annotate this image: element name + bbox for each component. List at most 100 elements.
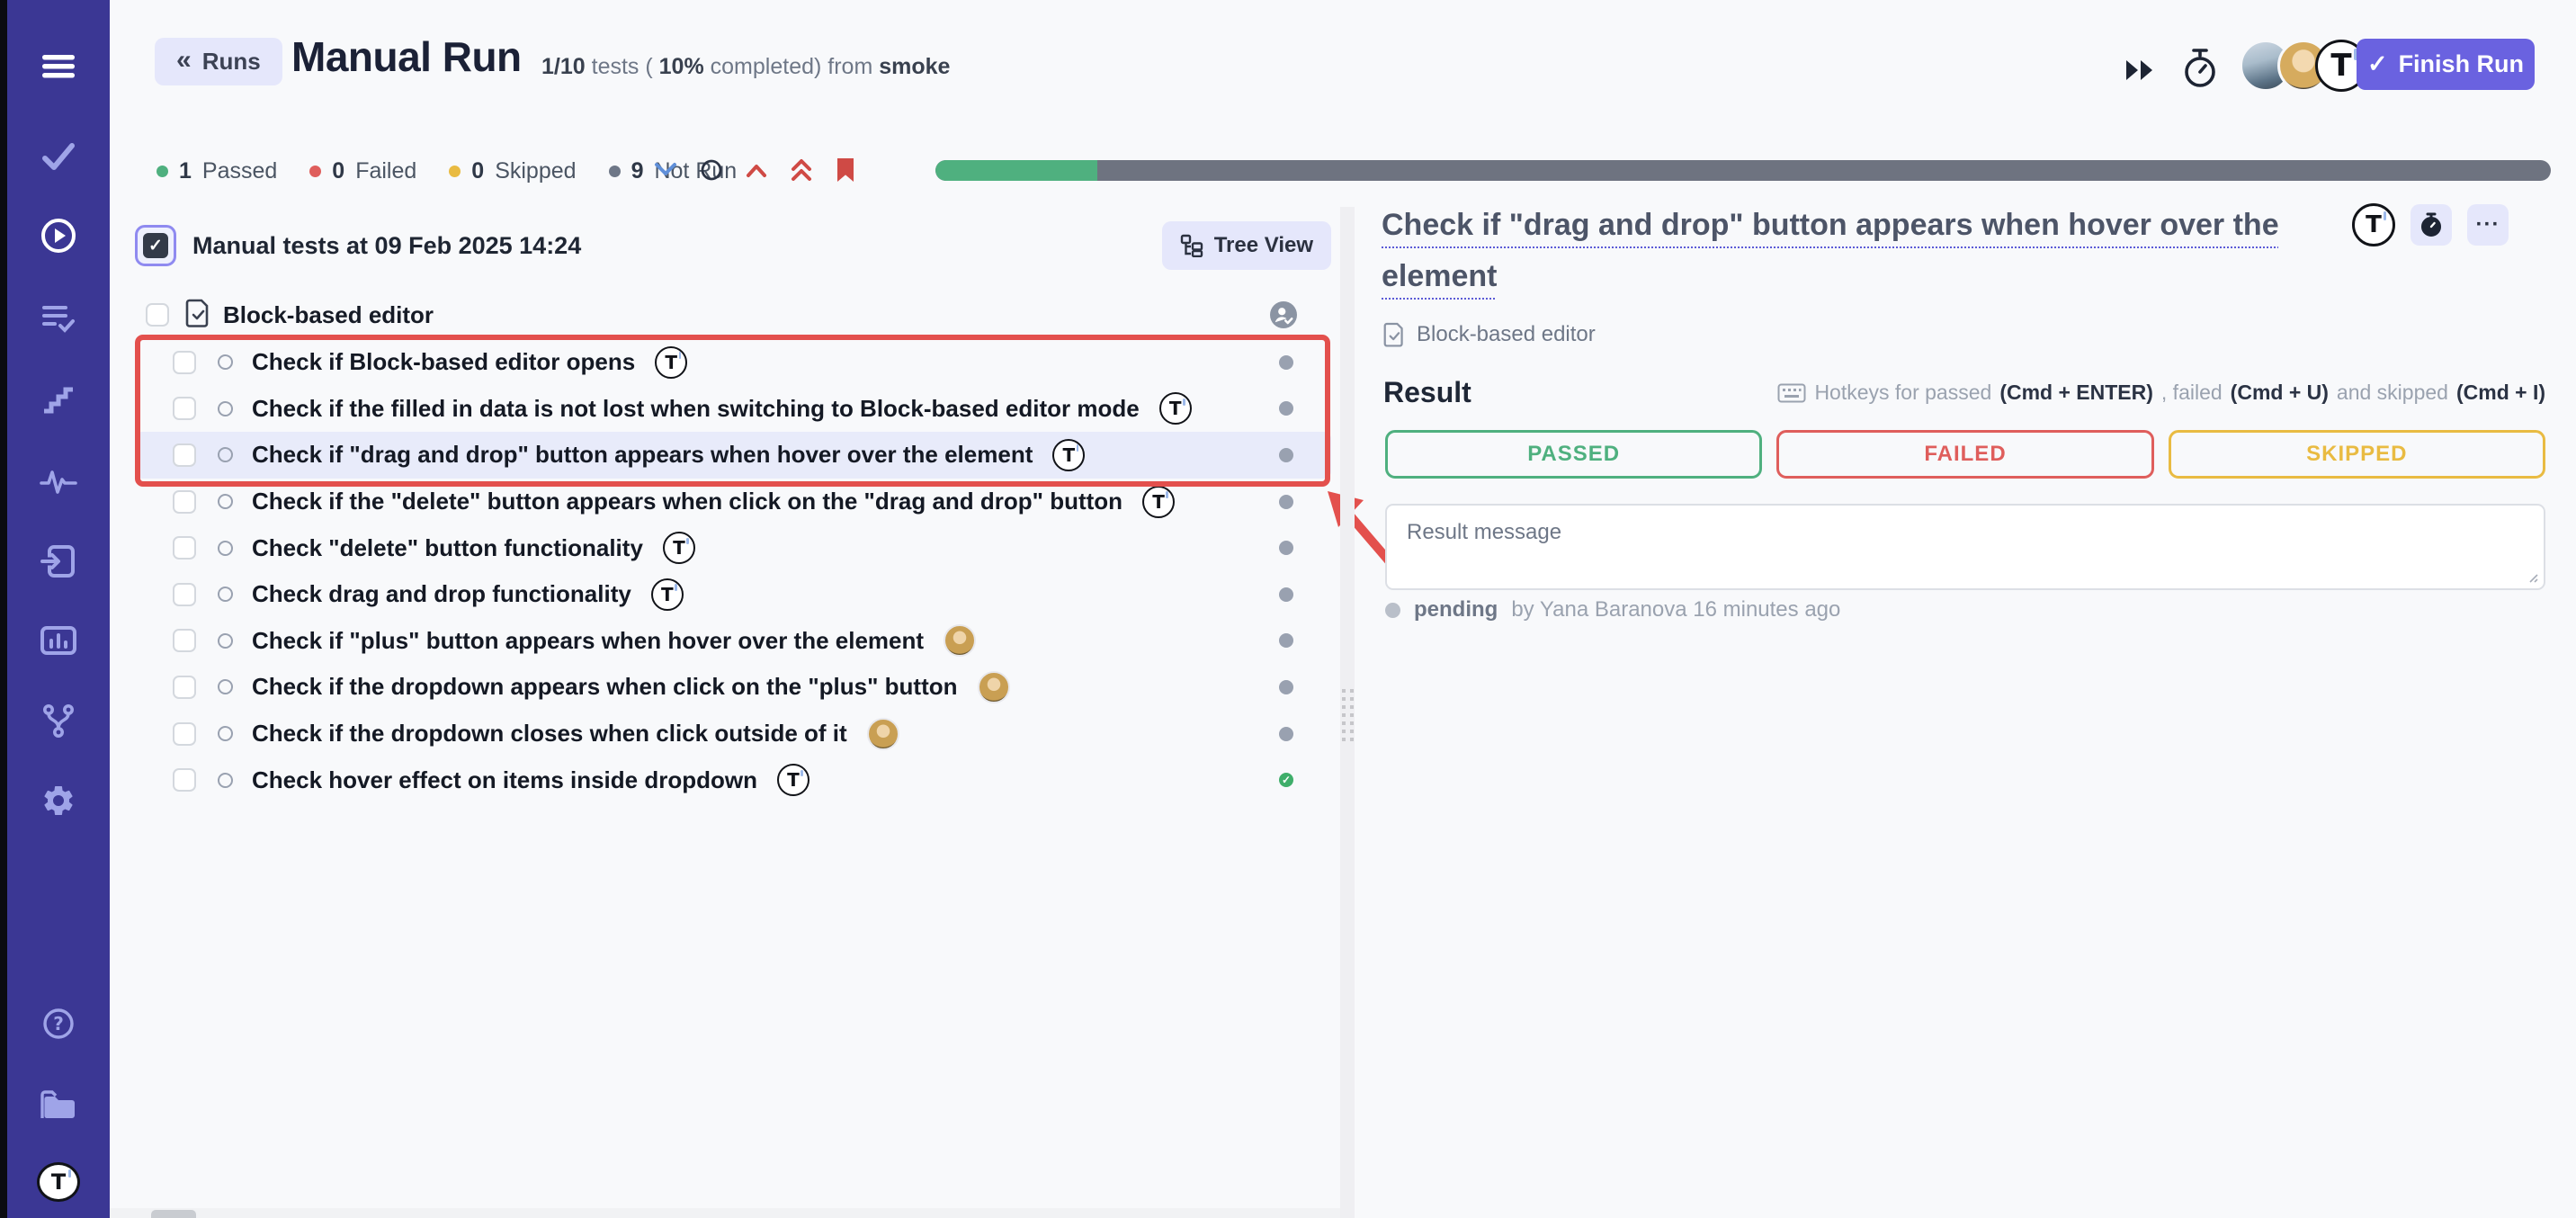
horizontal-scrollbar-thumb[interactable] (151, 1210, 196, 1218)
status-label: Passed (202, 158, 277, 184)
finish-run-button[interactable]: ✓ Finish Run (2357, 39, 2535, 90)
test-row[interactable]: Check if Block-based editor opens (135, 339, 1331, 386)
breadcrumb-label: Block-based editor (1417, 322, 1596, 347)
tree-view-icon (1180, 234, 1203, 257)
result-section-header: Result Hotkeys for passed (Cmd + ENTER) … (1383, 376, 2545, 409)
list-filter-icons (653, 151, 856, 189)
result-status-button[interactable]: SKIPPED (2169, 430, 2545, 479)
import-icon[interactable] (39, 542, 78, 581)
circle-filter-icon[interactable] (700, 158, 723, 182)
result-status-button[interactable]: FAILED (1776, 430, 2153, 479)
tests-check-icon[interactable] (39, 137, 78, 176)
test-row[interactable]: Check drag and drop functionality (135, 571, 1331, 618)
tree-view-button[interactable]: Tree View (1162, 221, 1331, 270)
status-dot-icon (309, 166, 321, 177)
test-row[interactable]: Check if the dropdown closes when click … (135, 711, 1331, 757)
settings-gear-icon[interactable] (39, 781, 78, 820)
suite-group-row[interactable]: Block-based editor (135, 293, 1331, 336)
projects-folder-icon[interactable] (39, 1085, 78, 1124)
run-subtitle: 1/10 tests ( 10% completed) from smoke (541, 54, 950, 80)
test-checkbox[interactable] (173, 536, 196, 560)
test-status-icon (1279, 727, 1293, 741)
suite-name: smoke (879, 54, 950, 79)
test-status-icon (1279, 495, 1293, 509)
detail-test-title[interactable]: Check if "drag and drop" button appears … (1382, 200, 2337, 302)
assignee-avatar (944, 624, 976, 657)
test-title: Check if the filled in data is not lost … (252, 395, 1140, 423)
timer-icon[interactable] (2178, 45, 2222, 92)
collapse-chevron-down-icon[interactable] (653, 161, 678, 179)
status-counter: 0Failed (309, 158, 416, 184)
pulse-icon[interactable] (39, 461, 78, 500)
test-checkbox[interactable] (173, 397, 196, 420)
pending-status-label: pending (1414, 597, 1498, 622)
test-row[interactable]: Check hover effect on items inside dropd… (135, 757, 1331, 803)
test-title: Check if the dropdown appears when click… (252, 673, 958, 701)
steps-icon[interactable] (39, 380, 78, 419)
test-row[interactable]: Check if the "delete" button appears whe… (135, 479, 1331, 525)
detail-more-button[interactable]: ··· (2467, 204, 2509, 246)
menu-icon[interactable] (39, 47, 78, 86)
assignee-avatar (777, 764, 809, 796)
divider-drag-handle[interactable] (1342, 689, 1353, 741)
stopwatch-icon (2419, 211, 2443, 238)
hotkey-failed: (Cmd + U) (2231, 381, 2329, 405)
test-checkbox[interactable] (173, 768, 196, 792)
traceability-icon[interactable] (39, 701, 78, 740)
status-counter: 1 Passed (157, 158, 277, 184)
status-count: 9 (631, 158, 644, 184)
fast-forward-icon[interactable] (2123, 52, 2160, 88)
test-checkbox[interactable] (173, 629, 196, 652)
test-checkbox[interactable] (173, 722, 196, 746)
tree-view-label: Tree View (1214, 233, 1313, 258)
tests-word: tests ( (592, 54, 653, 79)
test-row[interactable]: Check if the dropdown appears when click… (135, 664, 1331, 711)
completed-word: completed) from (711, 54, 873, 79)
test-state-ring-icon (218, 726, 233, 741)
test-title: Check if Block-based editor opens (252, 348, 635, 376)
test-title: Check hover effect on items inside dropd… (252, 766, 757, 794)
status-counter: 0Skipped (449, 158, 576, 184)
status-count: 1 (179, 158, 192, 184)
status-counters: 1Passed0Failed0Skipped9Not Run (157, 155, 737, 187)
test-row[interactable]: Check if the filled in data is not lost … (135, 386, 1331, 433)
test-status-icon (1279, 587, 1293, 602)
test-status-icon (1279, 355, 1293, 370)
test-checkbox[interactable] (173, 676, 196, 699)
test-row[interactable]: Check "delete" button functionality (135, 524, 1331, 571)
test-status-icon (1279, 633, 1293, 648)
test-row[interactable]: Check if "plus" button appears when hove… (135, 618, 1331, 665)
result-message-input[interactable] (1385, 504, 2545, 590)
run-progress-bar (935, 160, 2551, 181)
assignee-avatar (867, 718, 899, 750)
breadcrumb[interactable]: Block-based editor (1383, 322, 1596, 347)
priority-up-icon[interactable] (745, 161, 768, 179)
hotkey-skipped: (Cmd + I) (2456, 381, 2545, 405)
back-to-runs-button[interactable]: « Runs (155, 38, 282, 85)
batch-select-icon[interactable]: ✓ (135, 225, 176, 266)
assignee-all-icon[interactable] (1270, 301, 1297, 328)
test-state-ring-icon (218, 587, 233, 602)
reports-icon[interactable] (39, 621, 78, 660)
resize-handle-icon[interactable] (2526, 570, 2538, 583)
test-status-icon (1279, 541, 1293, 555)
runs-play-icon[interactable] (39, 216, 78, 255)
priority-double-up-icon[interactable] (790, 157, 813, 183)
test-checkbox[interactable] (173, 351, 196, 374)
test-state-ring-icon (218, 679, 233, 694)
test-state-ring-icon (218, 447, 233, 462)
test-checkbox[interactable] (173, 583, 196, 606)
test-plans-icon[interactable] (39, 299, 78, 338)
test-title: Check "delete" button functionality (252, 534, 643, 562)
company-logo-icon[interactable] (37, 1162, 80, 1202)
result-status-button[interactable]: PASSED (1385, 430, 1762, 479)
bookmark-icon[interactable] (835, 157, 856, 184)
sidebar: ? (7, 0, 110, 1218)
suite-checkbox[interactable] (146, 303, 169, 327)
help-icon[interactable]: ? (39, 1004, 78, 1043)
test-row[interactable]: Check if "drag and drop" button appears … (135, 432, 1331, 479)
app-root: ? « Runs Manual Run 1/10 tests ( 10% com… (0, 0, 2576, 1218)
detail-timer-button[interactable] (2411, 204, 2452, 246)
test-checkbox[interactable] (173, 443, 196, 467)
test-checkbox[interactable] (173, 490, 196, 514)
